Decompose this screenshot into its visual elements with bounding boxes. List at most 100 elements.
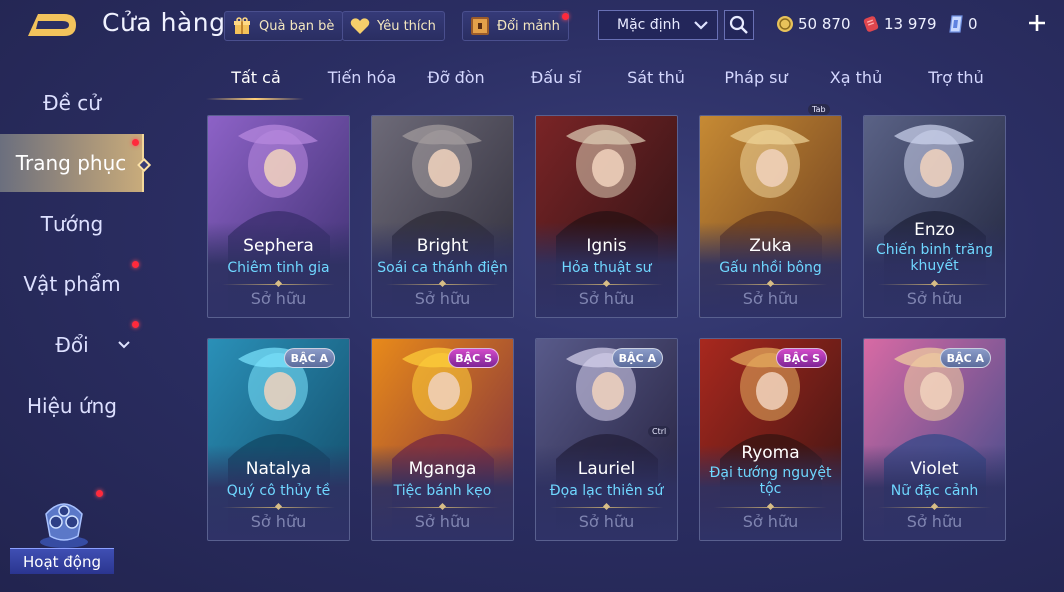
heart-icon — [349, 15, 371, 37]
gift-icon — [231, 15, 253, 37]
events-trophy-icon — [40, 503, 88, 548]
page-title: Cửa hàng — [102, 8, 226, 37]
tab-tank[interactable]: Đỡ đòn — [406, 68, 506, 87]
active-tab-underline — [206, 98, 304, 100]
sidebar-item-label: Vật phẩm — [23, 272, 121, 296]
skin-name: Chiến binh trăng khuyết — [875, 242, 994, 274]
skin-card[interactable]: Ryoma Đại tướng nguyệt tộc Sở hữu BẬC S — [699, 338, 842, 541]
notification-dot — [132, 139, 139, 146]
sidebar-item-heroes[interactable]: Tướng — [0, 195, 144, 253]
skin-name: Gấu nhồi bông — [719, 260, 822, 276]
chevron-down-icon — [118, 341, 130, 349]
tier-badge: BẬC S — [448, 348, 499, 368]
skin-card[interactable]: Bright Soái ca thánh điện Sở hữu — [371, 115, 514, 318]
card-divider — [714, 284, 827, 285]
tab-evolution[interactable]: Tiến hóa — [312, 68, 412, 87]
hero-name: Enzo — [914, 220, 955, 240]
tab-assassin[interactable]: Sát thủ — [606, 68, 706, 87]
favorites-label: Yêu thích — [377, 18, 436, 34]
sidebar-item-label: Đổi — [55, 333, 89, 357]
hero-name: Natalya — [245, 459, 312, 479]
notification-dot — [132, 321, 139, 328]
owned-status: Sở hữu — [414, 512, 471, 531]
tab-support[interactable]: Trợ thủ — [906, 68, 1006, 87]
top-bar: Cửa hàng Quà bạn bè Yêu thích Đổi mảnh M… — [0, 0, 1064, 50]
sidebar-item-skins[interactable]: Trang phục — [0, 134, 144, 192]
gem-amount: 0 — [968, 15, 978, 33]
skin-name: Tiệc bánh kẹo — [393, 483, 492, 499]
skin-card[interactable]: Violet Nữ đặc cảnh Sở hữu BẬC A — [863, 338, 1006, 541]
skin-name: Chiêm tinh gia — [227, 260, 330, 276]
owned-status: Sở hữu — [578, 289, 635, 308]
search-icon — [729, 15, 748, 34]
friend-gift-button[interactable]: Quà bạn bè — [224, 11, 344, 41]
notification-dot — [96, 490, 103, 497]
sort-dropdown[interactable]: Mặc định — [598, 10, 718, 40]
sidebar-item-exchange[interactable]: Đổi — [0, 316, 144, 374]
sidebar-item-effects[interactable]: Hiệu ứng — [0, 377, 144, 435]
notification-dot — [132, 261, 139, 268]
hero-name: Bright — [416, 236, 469, 256]
hero-name: Ignis — [586, 236, 627, 256]
owned-status: Sở hữu — [742, 512, 799, 531]
ctrl-key-hint: Ctrl — [648, 426, 671, 437]
hero-name: Lauriel — [577, 459, 636, 479]
hero-name: Violet — [910, 459, 959, 479]
tab-key-hint: Tab — [808, 104, 830, 115]
gold-amount: 50 870 — [798, 15, 851, 33]
card-divider — [878, 284, 991, 285]
gold-currency: 50 870 — [776, 13, 851, 35]
skin-card[interactable]: Natalya Quý cô thủy tề Sở hữu BẬC A — [207, 338, 350, 541]
hero-name: Mganga — [408, 459, 477, 479]
favorites-button[interactable]: Yêu thích — [342, 11, 445, 41]
tab-fighter[interactable]: Đấu sĩ — [506, 68, 606, 87]
voucher-amount: 13 979 — [884, 15, 937, 33]
skin-name: Đại tướng nguyệt tộc — [709, 465, 832, 497]
events-button[interactable]: Hoạt động — [10, 490, 114, 580]
sidebar-item-label: Tướng — [40, 212, 104, 236]
owned-status: Sở hữu — [578, 512, 635, 531]
card-divider — [714, 507, 827, 508]
skin-card[interactable]: Zuka Gấu nhồi bông Sở hữu — [699, 115, 842, 318]
card-divider — [878, 507, 991, 508]
card-divider — [550, 284, 663, 285]
owned-status: Sở hữu — [742, 289, 799, 308]
voucher-currency: 13 979 — [862, 13, 937, 35]
hero-name: Sephera — [243, 236, 314, 256]
sidebar-item-recommended[interactable]: Đề cử — [0, 74, 144, 132]
back-arrow-icon[interactable] — [24, 10, 80, 40]
sidebar-item-label: Trang phục — [15, 151, 127, 175]
tab-marksman[interactable]: Xạ thủ — [806, 68, 906, 87]
search-button[interactable] — [724, 10, 754, 40]
blue-gem-icon — [949, 15, 963, 33]
skin-name: Hỏa thuật sư — [561, 260, 652, 276]
owned-status: Sở hữu — [414, 289, 471, 308]
owned-status: Sở hữu — [250, 289, 307, 308]
sidebar-item-label: Đề cử — [43, 91, 101, 115]
skin-card[interactable]: Lauriel Đọa lạc thiên sứ Sở hữu BẬC A — [535, 338, 678, 541]
events-label: Hoạt động — [10, 548, 114, 574]
owned-status: Sở hữu — [906, 289, 963, 308]
add-currency-icon[interactable] — [1026, 12, 1048, 34]
sidebar-item-items[interactable]: Vật phẩm — [0, 255, 144, 313]
gem-currency: 0 — [948, 13, 978, 35]
skin-card[interactable]: Ignis Hỏa thuật sư Sở hữu — [535, 115, 678, 318]
tab-mage[interactable]: Pháp sư — [706, 68, 806, 87]
card-divider — [386, 284, 499, 285]
skin-card[interactable]: Mganga Tiệc bánh kẹo Sở hữu BẬC S — [371, 338, 514, 541]
tier-badge: BẬC A — [939, 348, 991, 368]
notification-dot — [562, 13, 569, 20]
skin-name: Soái ca thánh điện — [377, 260, 508, 276]
card-divider — [222, 284, 335, 285]
sort-value: Mặc định — [617, 17, 681, 33]
category-tabs: Tất cả Tiến hóa Đỡ đòn Đấu sĩ Sát thủ Ph… — [206, 62, 1006, 115]
skin-card[interactable]: Enzo Chiến binh trăng khuyết Sở hữu — [863, 115, 1006, 318]
shard-exchange-label: Đổi mảnh — [497, 18, 560, 34]
skin-card[interactable]: Sephera Chiêm tinh gia Sở hữu — [207, 115, 350, 318]
shard-exchange-button[interactable]: Đổi mảnh — [462, 11, 569, 41]
skin-name: Quý cô thủy tề — [226, 483, 331, 499]
hero-name: Zuka — [749, 236, 792, 256]
red-voucher-icon — [863, 16, 879, 32]
tab-all[interactable]: Tất cả — [206, 68, 306, 87]
chevron-down-icon — [694, 21, 708, 30]
